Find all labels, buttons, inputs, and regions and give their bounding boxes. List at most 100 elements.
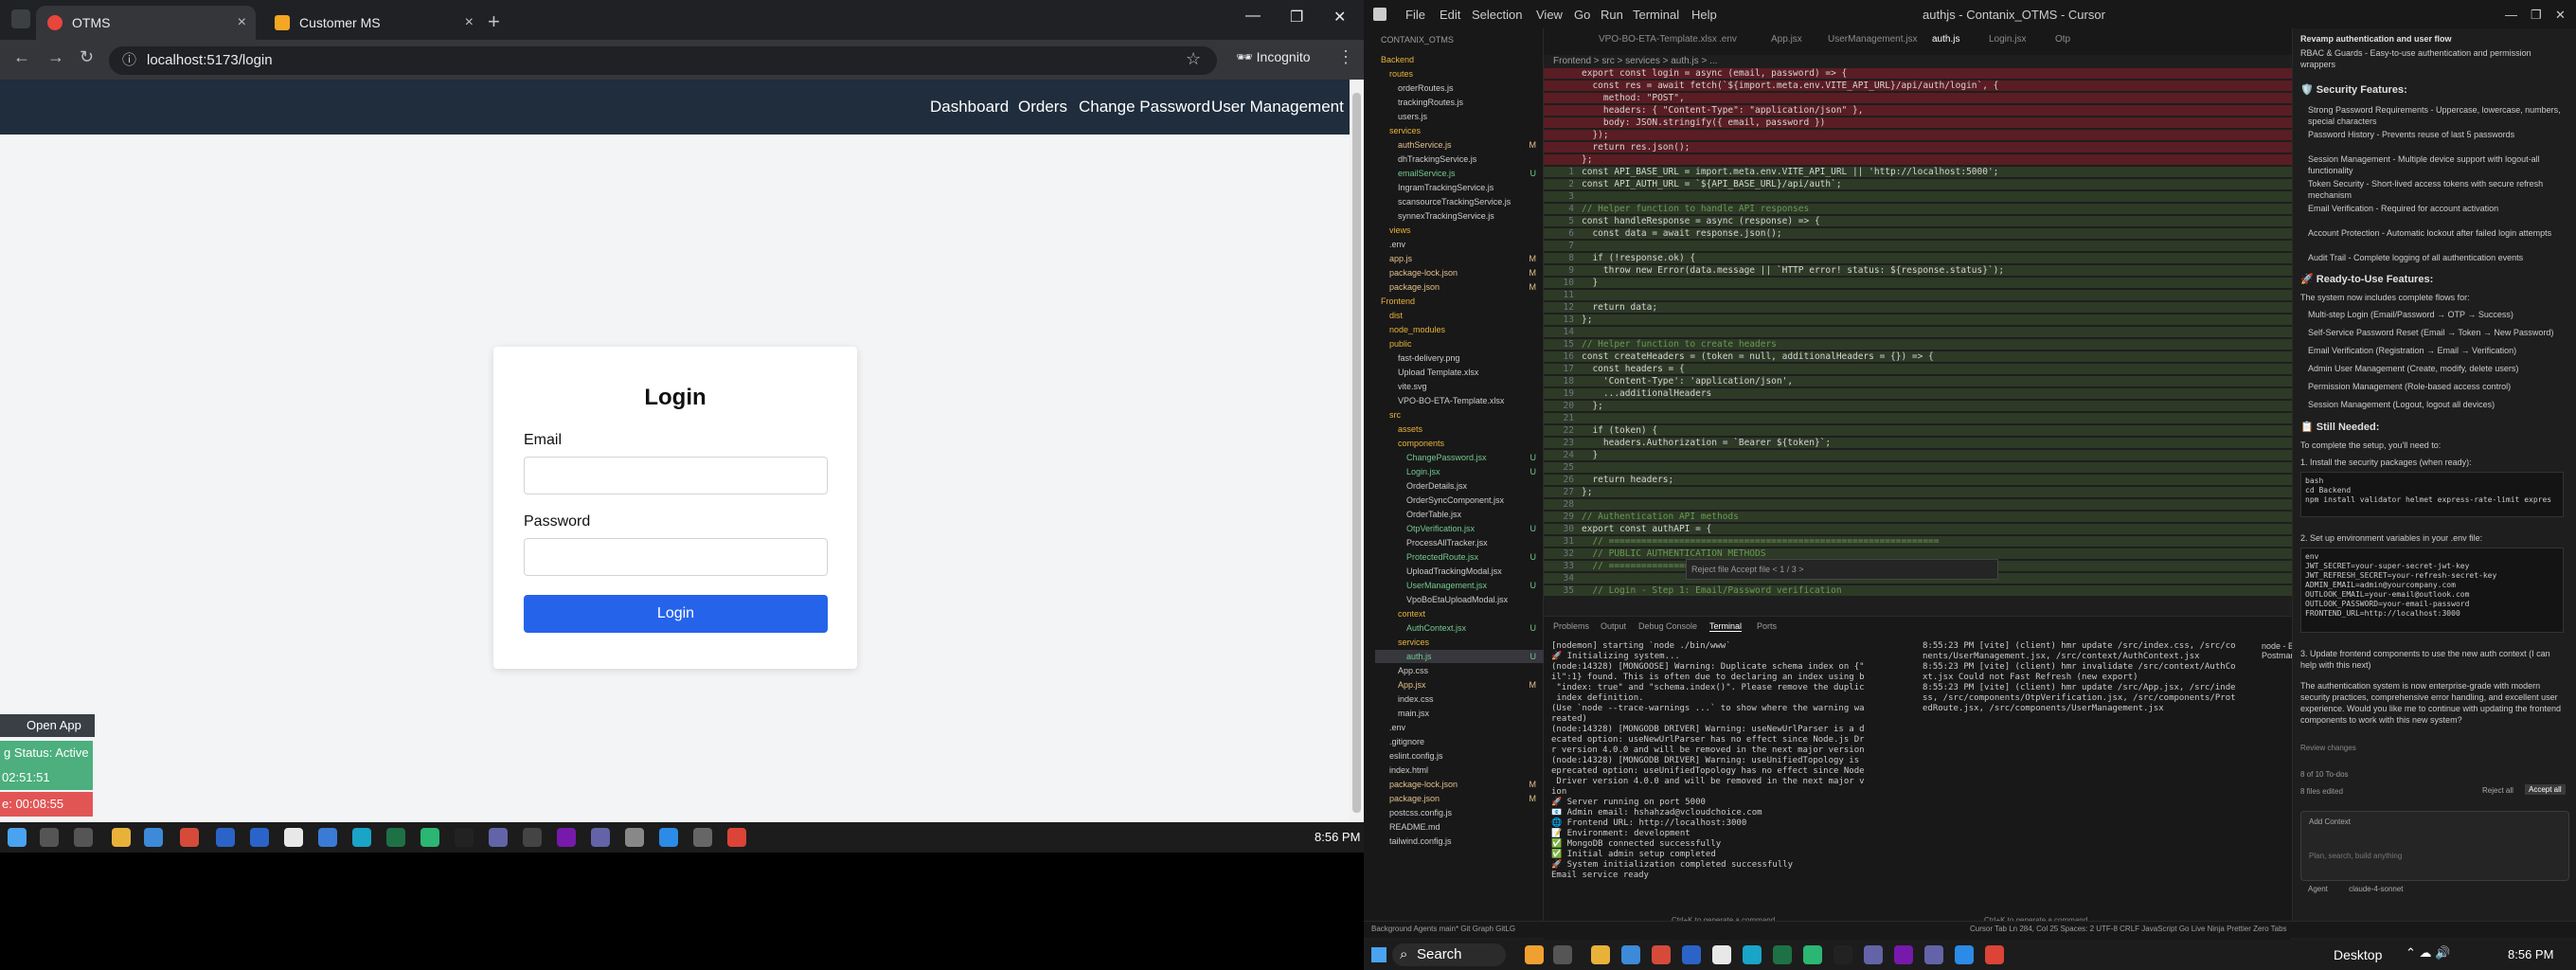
code-line[interactable]: 8 if (!response.ok) { xyxy=(1544,253,2358,263)
app-icon[interactable] xyxy=(693,828,712,847)
folder-item[interactable]: routes xyxy=(1375,67,1544,81)
file-item[interactable]: OrderTable.jsx xyxy=(1375,508,1544,521)
code-line[interactable]: 17 const headers = { xyxy=(1544,364,2358,374)
app-icon[interactable] xyxy=(625,828,644,847)
code-line[interactable]: 32 // PUBLIC AUTHENTICATION METHODS xyxy=(1544,548,2358,559)
code-line[interactable]: }); xyxy=(1544,130,2358,140)
file-item[interactable]: trackingRoutes.js xyxy=(1375,96,1544,109)
app-icon[interactable] xyxy=(1743,945,1762,964)
code-line[interactable]: headers: { "Content-Type": "application/… xyxy=(1544,105,2358,116)
tab-vpo-template[interactable]: VPO-BO-ETA-Template.xlsx xyxy=(1599,34,1717,45)
page-scrollbar-thumb[interactable] xyxy=(1352,93,1361,813)
breadcrumb[interactable]: Frontend > src > services > auth.js > ..… xyxy=(1553,56,1717,66)
search-icon[interactable] xyxy=(40,828,59,847)
cursor-icon[interactable] xyxy=(1834,945,1852,964)
code-line[interactable]: 19 ...additionalHeaders xyxy=(1544,388,2358,399)
file-item[interactable]: package-lock.json M xyxy=(1375,266,1544,279)
file-item[interactable]: index.css xyxy=(1375,692,1544,706)
code-line[interactable]: 35 // Login - Step 1: Email/Password ver… xyxy=(1544,585,2358,596)
code-line[interactable]: 9 throw new Error(data.message || `HTTP … xyxy=(1544,265,2358,276)
folder-item[interactable]: services xyxy=(1375,124,1544,137)
status-left[interactable]: Background Agents main* Git Graph GitLG xyxy=(1371,925,1515,933)
file-item[interactable]: postcss.config.js xyxy=(1375,806,1544,819)
file-item[interactable]: ChangePassword.jsx U xyxy=(1375,451,1544,464)
tab-customer-ms[interactable]: Customer MS × xyxy=(263,6,483,40)
chrome-icon[interactable] xyxy=(1621,945,1640,964)
code-line[interactable]: 4 // Helper function to handle API respon… xyxy=(1544,204,2358,214)
file-item[interactable]: emailService.js U xyxy=(1375,167,1544,180)
system-tray[interactable]: ⌃ ☁ 🔊 xyxy=(2406,945,2450,961)
tab-login-jsx[interactable]: Login.jsx xyxy=(1989,34,2026,45)
address-bar[interactable]: ⓘ localhost:5173/login xyxy=(109,46,1217,75)
code-line[interactable]: 26 return headers; xyxy=(1544,475,2358,485)
menu-go[interactable]: Go xyxy=(1574,8,1590,22)
menu-file[interactable]: File xyxy=(1405,8,1425,22)
desktop-label[interactable]: Desktop xyxy=(2334,947,2382,962)
app-icon[interactable] xyxy=(591,828,610,847)
file-item[interactable]: auth.js U xyxy=(1375,650,1544,663)
app-icon[interactable] xyxy=(1652,945,1671,964)
file-item[interactable]: ProcessAllTracker.jsx xyxy=(1375,536,1544,549)
app-icon[interactable] xyxy=(216,828,235,847)
tab-app-jsx[interactable]: App.jsx xyxy=(1771,34,1802,45)
folder-item[interactable]: Frontend xyxy=(1375,295,1544,308)
widget-icon[interactable] xyxy=(1525,945,1544,964)
file-item[interactable]: fast-delivery.png xyxy=(1375,351,1544,365)
code-line[interactable]: 11 xyxy=(1544,290,2358,300)
code-line[interactable]: 24 } xyxy=(1544,450,2358,460)
file-item[interactable]: OrderSyncComponent.jsx xyxy=(1375,494,1544,507)
tab-auth-js[interactable]: auth.js xyxy=(1932,34,1959,45)
code-line[interactable]: 22 if (token) { xyxy=(1544,425,2358,436)
file-item[interactable]: index.html xyxy=(1375,763,1544,777)
menu-terminal[interactable]: Terminal xyxy=(1633,8,1679,22)
code-line[interactable]: 23 headers.Authorization = `Bearer ${tok… xyxy=(1544,438,2358,448)
nav-dashboard[interactable]: Dashboard xyxy=(930,98,1009,117)
accept-all-button[interactable]: Accept all xyxy=(2525,784,2566,795)
file-item[interactable]: dhTrackingService.js xyxy=(1375,153,1544,166)
code-block-bash[interactable]: bash cd Backend npm install validator he… xyxy=(2300,472,2564,517)
nav-user-management[interactable]: User Management xyxy=(1211,98,1344,117)
folder-item[interactable]: services xyxy=(1375,636,1544,649)
window-close-icon[interactable]: ✕ xyxy=(2555,8,2566,23)
menu-help[interactable]: Help xyxy=(1691,8,1717,22)
code-line[interactable]: 16 const createHeaders = (token = null, a… xyxy=(1544,351,2358,362)
folder-item[interactable]: public xyxy=(1375,337,1544,350)
vscode-icon[interactable] xyxy=(659,828,678,847)
file-item[interactable]: main.jsx xyxy=(1375,707,1544,720)
reload-icon[interactable]: ↻ xyxy=(80,47,94,67)
vscode-icon[interactable] xyxy=(1955,945,1974,964)
file-item[interactable]: package.json M xyxy=(1375,280,1544,294)
review-changes-link[interactable]: Review changes xyxy=(2300,743,2566,754)
taskbar-search[interactable]: ⌕ Search xyxy=(1392,943,1506,966)
code-line[interactable]: 13}; xyxy=(1544,314,2358,325)
file-item[interactable]: VPO-BO-ETA-Template.xlsx xyxy=(1375,394,1544,407)
code-line[interactable]: 28 xyxy=(1544,499,2358,510)
forward-icon[interactable]: → xyxy=(47,47,64,67)
file-item[interactable]: app.js M xyxy=(1375,252,1544,265)
file-item[interactable]: AuthContext.jsx U xyxy=(1375,621,1544,635)
folder-item[interactable]: src xyxy=(1375,408,1544,422)
chat-input[interactable]: Add Context Plan, search, build anything xyxy=(2300,811,2569,881)
folder-item[interactable]: Backend xyxy=(1375,53,1544,66)
maximize-icon[interactable]: ❐ xyxy=(1290,8,1303,27)
nav-change-password[interactable]: Change Password xyxy=(1079,98,1210,117)
onenote-icon[interactable] xyxy=(557,828,576,847)
file-item[interactable]: Upload Template.xlsx xyxy=(1375,366,1544,379)
code-line[interactable]: 18 'Content-Type': 'application/json', xyxy=(1544,376,2358,386)
menu-run[interactable]: Run xyxy=(1601,8,1623,22)
file-item[interactable]: authService.js M xyxy=(1375,138,1544,152)
teams-icon[interactable] xyxy=(489,828,508,847)
chrome-icon[interactable] xyxy=(1985,945,2004,964)
code-line[interactable]: 14 xyxy=(1544,327,2358,337)
app-icon[interactable] xyxy=(352,828,371,847)
file-item[interactable]: scansourceTrackingService.js xyxy=(1375,195,1544,208)
file-item[interactable]: .env xyxy=(1375,238,1544,251)
agent-selector[interactable]: Agent claude-4-sonnet xyxy=(2308,885,2404,893)
chrome-icon[interactable] xyxy=(727,828,746,847)
add-context-button[interactable]: Add Context xyxy=(2309,817,2351,826)
tab-otp[interactable]: Otp xyxy=(2055,34,2070,45)
tab-user-management[interactable]: UserManagement.jsx xyxy=(1828,34,1917,45)
tab-problems[interactable]: Problems xyxy=(1553,621,1589,631)
file-item[interactable]: OrderDetails.jsx xyxy=(1375,479,1544,493)
tab-otms[interactable]: OTMS × xyxy=(36,6,256,40)
